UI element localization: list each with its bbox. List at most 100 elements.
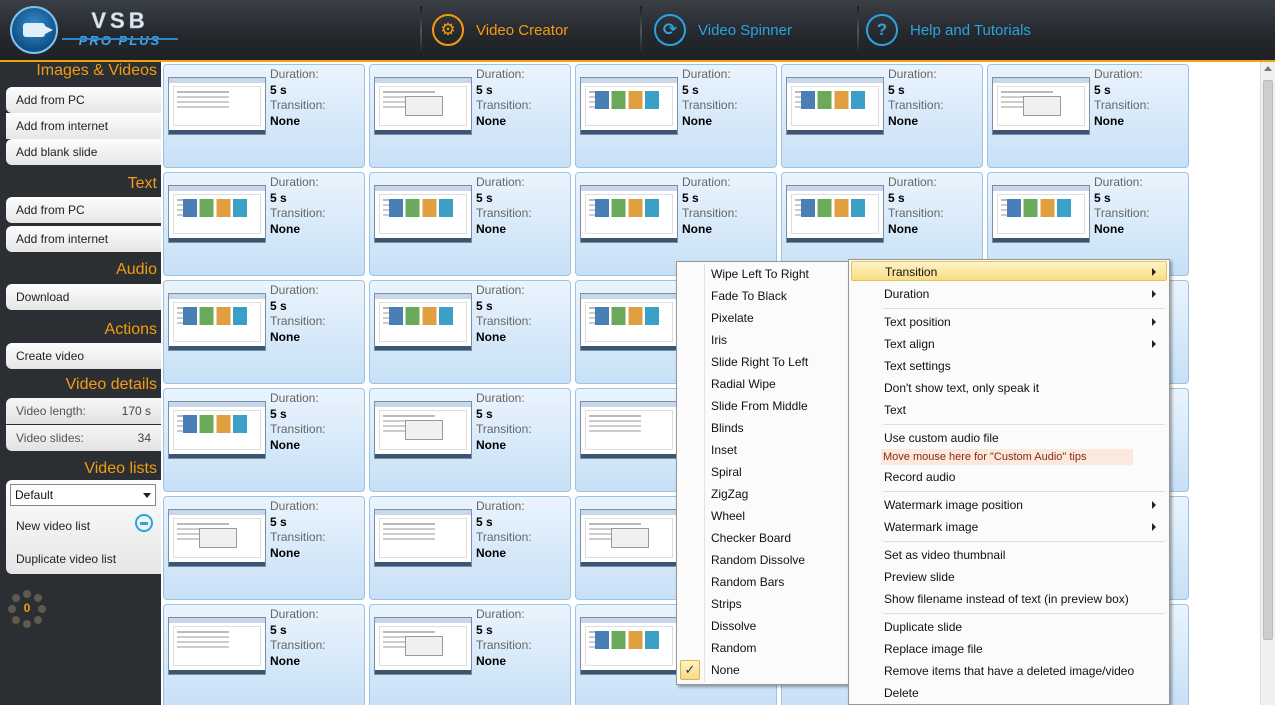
nav-separator bbox=[420, 6, 422, 56]
create-video-button[interactable]: Create video bbox=[6, 343, 161, 369]
section-title-actions: Actions bbox=[104, 321, 157, 338]
transition-option[interactable]: Inset bbox=[711, 440, 737, 460]
slide-transition-label: Transition: bbox=[888, 98, 944, 112]
loading-spinner-icon: 0 bbox=[8, 590, 46, 628]
slide-tile[interactable]: Duration: 5 sTransition: None bbox=[163, 280, 365, 384]
video-list-select[interactable]: Default bbox=[10, 484, 156, 506]
slide-tile[interactable]: Duration: 5 sTransition: None bbox=[781, 64, 983, 168]
menu-text-settings[interactable]: Text settings bbox=[884, 356, 1164, 376]
slide-transition-label: Transition: bbox=[270, 314, 326, 328]
slide-tile[interactable]: Duration: 5 sTransition: None bbox=[369, 604, 571, 705]
transition-option[interactable]: Radial Wipe bbox=[711, 374, 776, 394]
slide-thumbnail bbox=[374, 293, 472, 351]
slide-tile[interactable]: Duration: 5 sTransition: None bbox=[369, 280, 571, 384]
slide-tile[interactable]: Duration: 5 sTransition: None bbox=[369, 496, 571, 600]
transition-option[interactable]: Pixelate bbox=[711, 308, 754, 328]
download-audio-button[interactable]: Download bbox=[6, 284, 161, 310]
transition-option[interactable]: Slide From Middle bbox=[711, 396, 808, 416]
slide-transition-label: Transition: bbox=[888, 206, 944, 220]
brand-logo: VSB PRO PLUS bbox=[62, 9, 178, 48]
slide-tile[interactable]: Duration: 5 sTransition: None bbox=[369, 172, 571, 276]
slide-tile[interactable]: Duration: 5 sTransition: None bbox=[163, 172, 365, 276]
slide-thumbnail bbox=[374, 185, 472, 243]
transition-option[interactable]: Wheel bbox=[711, 506, 745, 526]
menu-delete[interactable]: Delete bbox=[884, 683, 1164, 703]
nav-video-creator[interactable]: ⚙ Video Creator bbox=[432, 12, 568, 48]
slide-duration-value: 5 s bbox=[1094, 191, 1111, 205]
slide-transition-label: Transition: bbox=[1094, 206, 1150, 220]
menu-replace-image[interactable]: Replace image file bbox=[884, 639, 1164, 659]
slide-thumbnail bbox=[580, 401, 678, 459]
menu-transition-label: Transition bbox=[885, 265, 938, 279]
duplicate-video-list-button[interactable]: Duplicate video list bbox=[6, 546, 161, 572]
add-image-from-pc-button[interactable]: Add from PC bbox=[6, 87, 161, 113]
new-video-list-button[interactable]: New video list bbox=[6, 513, 126, 539]
slide-transition-value: None bbox=[270, 330, 300, 344]
slide-transition-value: None bbox=[270, 438, 300, 452]
menu-preview-slide[interactable]: Preview slide bbox=[884, 567, 1164, 587]
menu-text-position[interactable]: Text position bbox=[884, 312, 1164, 332]
transition-option[interactable]: ZigZag bbox=[711, 484, 748, 504]
menu-text-align[interactable]: Text align bbox=[884, 334, 1164, 354]
menu-use-custom-audio[interactable]: Use custom audio file bbox=[884, 428, 1164, 448]
slide-tile[interactable]: Duration: 5 sTransition: None bbox=[575, 64, 777, 168]
scroll-up-icon[interactable] bbox=[1264, 66, 1272, 71]
slide-transition-value: None bbox=[476, 546, 506, 560]
slide-duration-value: 5 s bbox=[476, 623, 493, 637]
transition-option[interactable]: Blinds bbox=[711, 418, 744, 438]
menu-watermark-image[interactable]: Watermark image bbox=[884, 517, 1164, 537]
menu-set-thumbnail[interactable]: Set as video thumbnail bbox=[884, 545, 1164, 565]
menu-record-audio[interactable]: Record audio bbox=[884, 467, 1164, 487]
transition-option[interactable]: Random Bars bbox=[711, 572, 784, 592]
transition-option[interactable]: None bbox=[711, 660, 740, 680]
transition-option[interactable]: Slide Right To Left bbox=[711, 352, 808, 372]
add-blank-slide-button[interactable]: Add blank slide bbox=[6, 139, 161, 165]
nav-video-spinner[interactable]: ⟳ Video Spinner bbox=[654, 12, 792, 48]
menu-remove-deleted[interactable]: Remove items that have a deleted image/v… bbox=[884, 661, 1164, 681]
slide-tile[interactable]: Duration: 5 sTransition: None bbox=[369, 64, 571, 168]
slide-tile[interactable]: Duration: 5 sTransition: None bbox=[163, 64, 365, 168]
slide-transition-label: Transition: bbox=[476, 422, 532, 436]
slide-thumbnail bbox=[786, 185, 884, 243]
slide-tile[interactable]: Duration: 5 sTransition: None bbox=[987, 64, 1189, 168]
slide-transition-label: Transition: bbox=[270, 98, 326, 112]
slide-duration-label: Duration: bbox=[1094, 175, 1143, 189]
transition-option[interactable]: Random Dissolve bbox=[711, 550, 805, 570]
transition-option[interactable]: Fade To Black bbox=[711, 286, 787, 306]
transition-option[interactable]: Iris bbox=[711, 330, 727, 350]
remove-list-icon[interactable] bbox=[135, 514, 153, 532]
menu-dont-show-text[interactable]: Don't show text, only speak it bbox=[884, 378, 1164, 398]
transition-option[interactable]: Spiral bbox=[711, 462, 742, 482]
menu-text[interactable]: Text bbox=[884, 400, 1164, 420]
slide-transition-value: None bbox=[476, 654, 506, 668]
slide-duration-label: Duration: bbox=[682, 67, 731, 81]
transition-option[interactable]: Wipe Left To Right bbox=[711, 264, 809, 284]
menu-watermark-position[interactable]: Watermark image position bbox=[884, 495, 1164, 515]
menu-transition[interactable]: Transition bbox=[851, 261, 1167, 281]
add-text-from-internet-button[interactable]: Add from internet bbox=[6, 226, 161, 252]
slide-duration-label: Duration: bbox=[682, 175, 731, 189]
slide-transition-label: Transition: bbox=[270, 206, 326, 220]
menu-custom-audio-tip[interactable]: Move mouse here for "Custom Audio" tips bbox=[881, 449, 1133, 465]
slide-tile[interactable]: Duration: 5 sTransition: None bbox=[369, 388, 571, 492]
menu-duplicate-slide[interactable]: Duplicate slide bbox=[884, 617, 1164, 637]
transition-option[interactable]: Dissolve bbox=[711, 616, 756, 636]
transition-option[interactable]: Checker Board bbox=[711, 528, 791, 548]
gear-icon: ⚙ bbox=[432, 14, 464, 46]
vertical-scrollbar[interactable] bbox=[1260, 62, 1275, 705]
slide-tile[interactable]: Duration: 5 sTransition: None bbox=[163, 604, 365, 705]
add-image-from-internet-button[interactable]: Add from internet bbox=[6, 113, 161, 139]
video-slides-value: 34 bbox=[137, 431, 151, 445]
slide-tile[interactable]: Duration: 5 sTransition: None bbox=[163, 496, 365, 600]
add-text-from-pc-button[interactable]: Add from PC bbox=[6, 197, 161, 223]
scrollbar-thumb[interactable] bbox=[1263, 80, 1273, 640]
slide-tile[interactable]: Duration: 5 sTransition: None bbox=[163, 388, 365, 492]
slide-thumbnail bbox=[168, 77, 266, 135]
transition-option[interactable]: Strips bbox=[711, 594, 742, 614]
transition-option[interactable]: Random bbox=[711, 638, 756, 658]
nav-help-tutorials[interactable]: ? Help and Tutorials bbox=[866, 12, 1031, 48]
menu-show-filename[interactable]: Show filename instead of text (in previe… bbox=[884, 589, 1164, 609]
menu-duration[interactable]: Duration bbox=[884, 284, 1164, 304]
menu-watermark-position-label: Watermark image position bbox=[884, 498, 1023, 512]
slide-context-menu: Transition Duration Text position Text a… bbox=[848, 259, 1170, 705]
